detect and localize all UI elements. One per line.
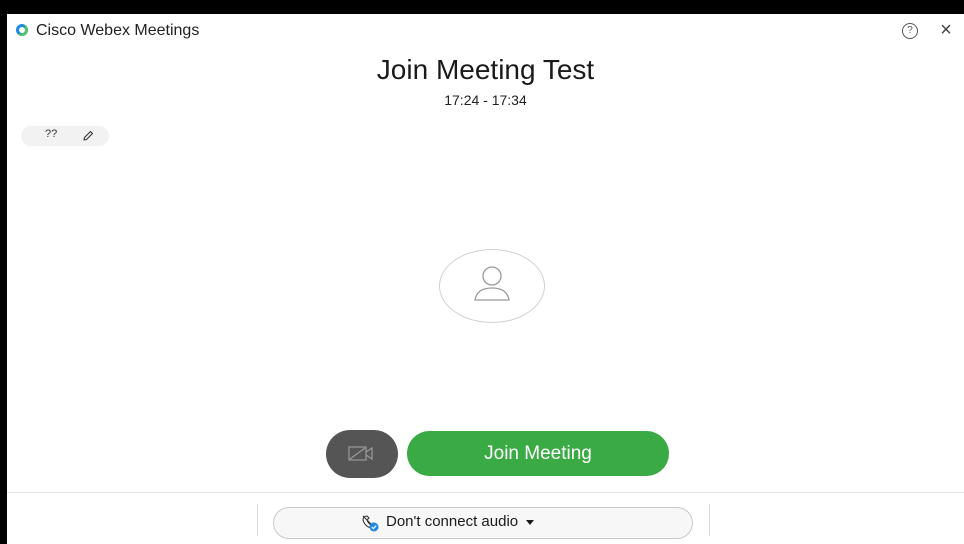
app-title: Cisco Webex Meetings	[36, 22, 200, 39]
footer-separator-right	[709, 504, 710, 536]
audio-connection-dropdown[interactable]: Don't connect audio	[273, 507, 693, 539]
pencil-icon[interactable]	[81, 129, 95, 143]
help-button[interactable]: ?	[902, 23, 918, 39]
meeting-time: 17:24 - 17:34	[444, 92, 527, 108]
chevron-down-icon	[526, 520, 534, 525]
audio-off-icon	[362, 515, 379, 532]
video-off-icon	[348, 446, 373, 461]
display-name-chip[interactable]: ??	[21, 126, 109, 146]
join-meeting-button[interactable]: Join Meeting	[407, 431, 669, 476]
webex-window: Cisco Webex Meetings ? × Join Meeting Te…	[7, 14, 964, 544]
title-bar: Cisco Webex Meetings ? ×	[7, 14, 964, 50]
close-button[interactable]: ×	[936, 19, 956, 41]
footer-divider	[7, 492, 964, 493]
webex-logo-icon	[16, 24, 28, 36]
footer-separator-left	[257, 504, 258, 536]
display-name: ??	[45, 128, 58, 140]
user-icon	[474, 266, 510, 301]
video-toggle-button[interactable]	[326, 430, 398, 478]
meeting-title: Join Meeting Test	[376, 54, 595, 85]
audio-label: Don't connect audio	[386, 513, 519, 530]
user-avatar	[439, 249, 545, 323]
